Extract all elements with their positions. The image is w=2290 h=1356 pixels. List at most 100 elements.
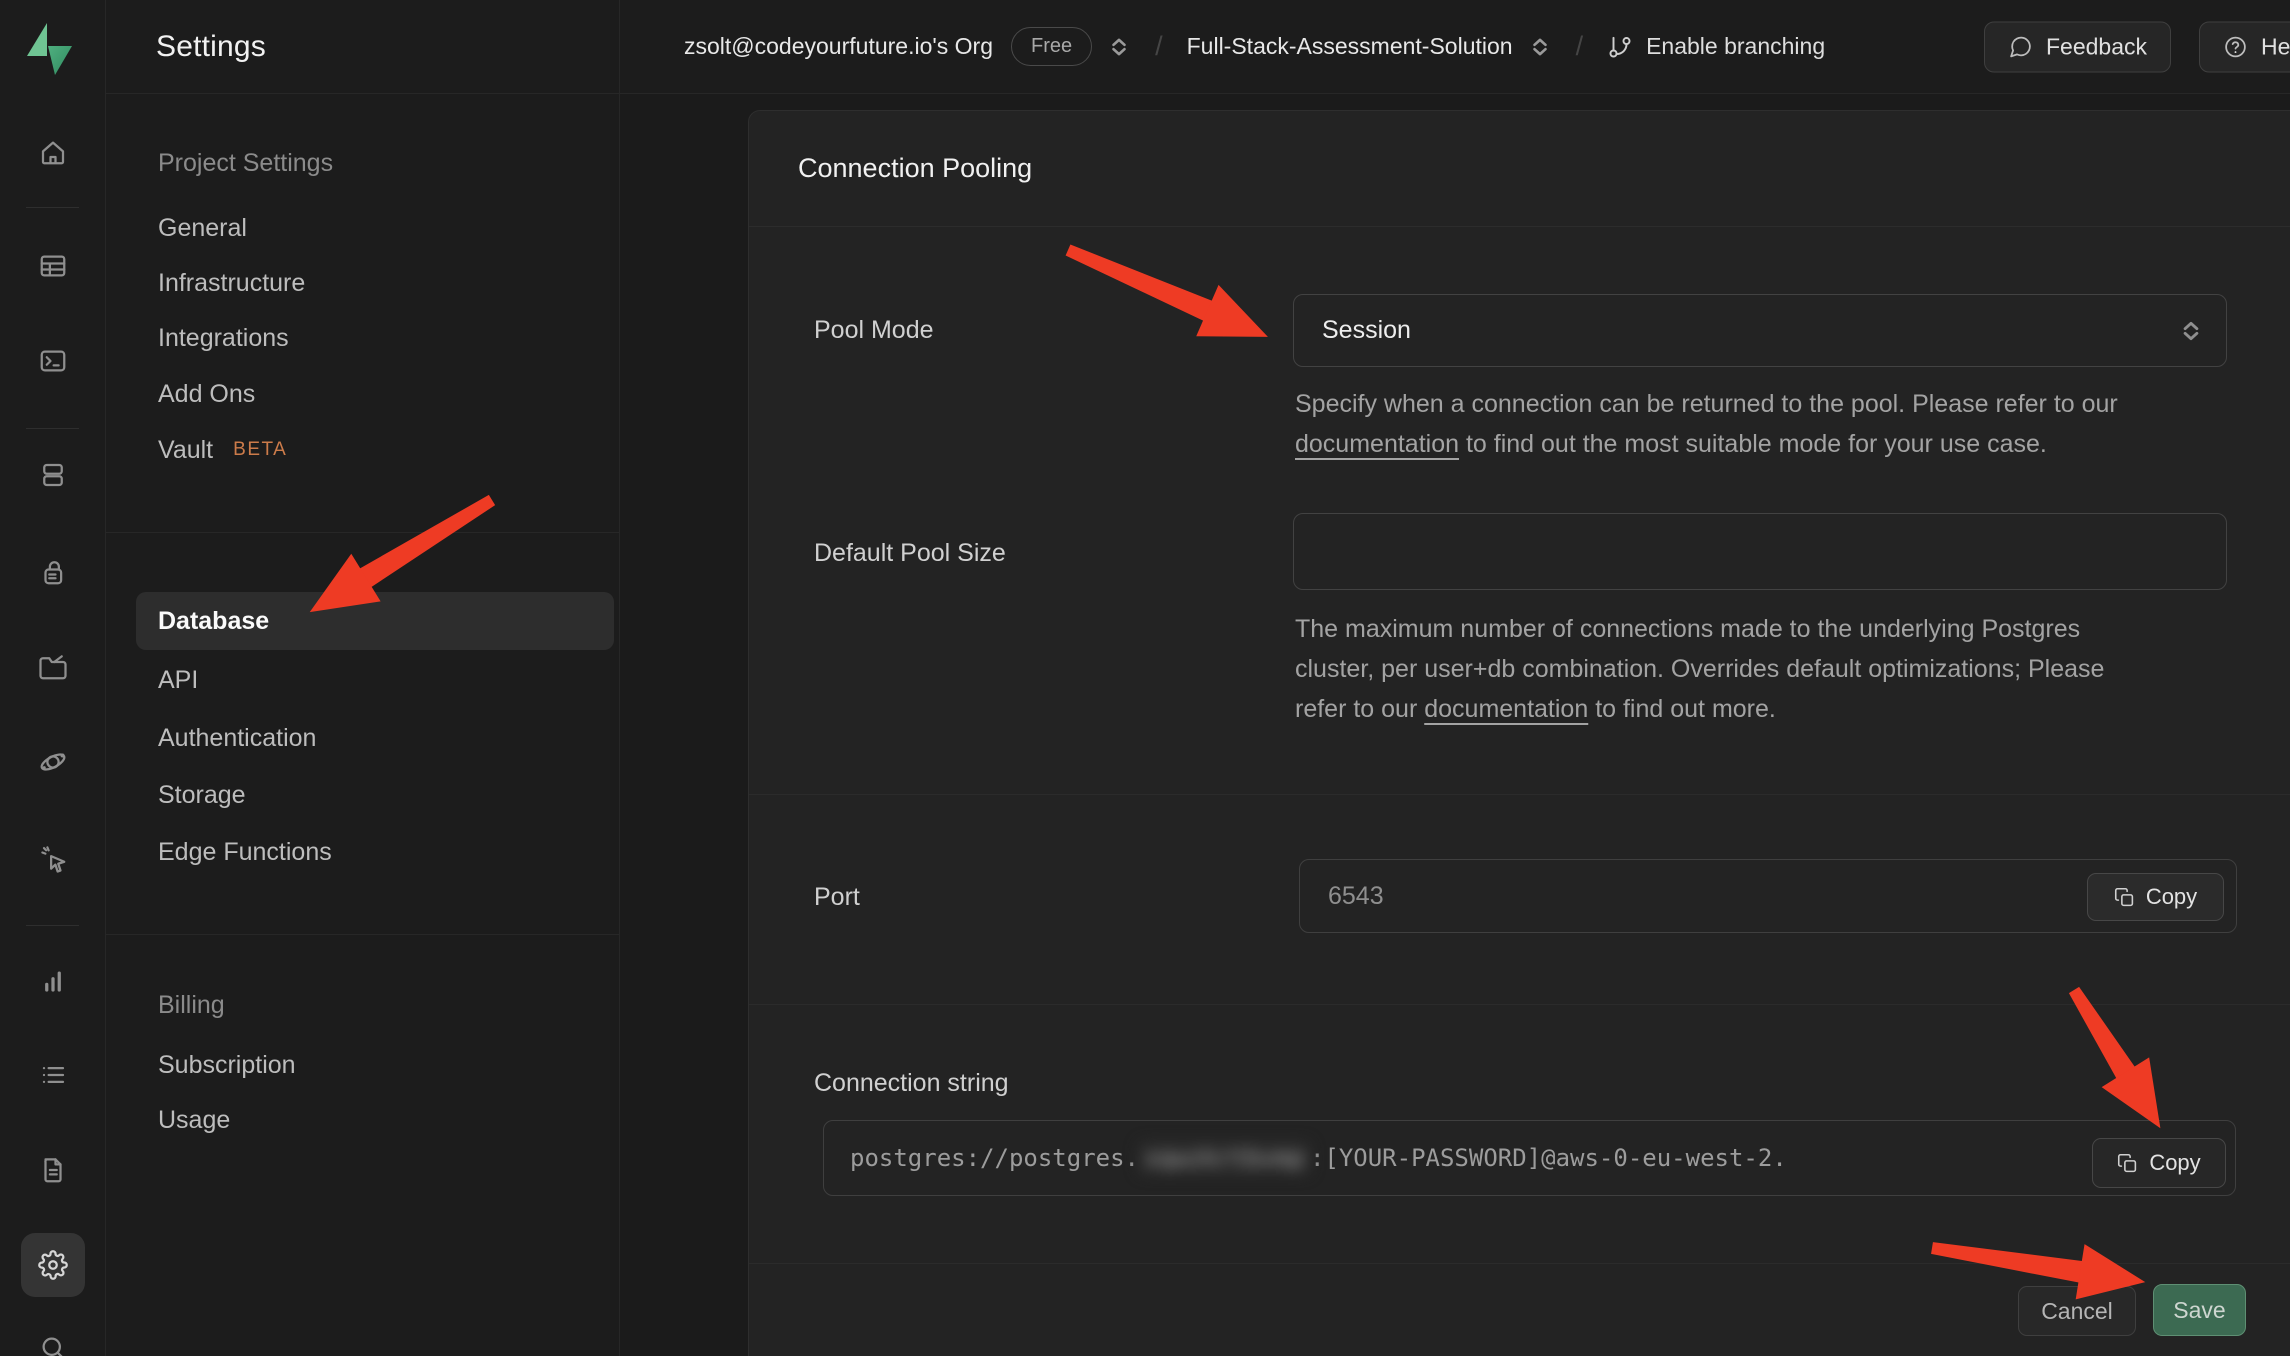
sidebar-item-infrastructure[interactable]: Infrastructure [136,255,614,311]
nav-sql-editor-button[interactable] [21,329,85,393]
org-name[interactable]: zsolt@codeyourfuture.io's Org [684,33,993,60]
help-button[interactable]: He [2199,21,2290,72]
reports-icon [38,965,68,995]
message-bubble-icon [2008,34,2033,59]
api-docs-icon [38,1155,68,1185]
plan-badge: Free [1011,27,1092,66]
divider [26,428,79,429]
copy-icon [2117,1153,2138,1174]
sidebar-item-database[interactable]: Database [136,592,614,650]
nav-reports-button[interactable] [21,948,85,1012]
copy-label: Copy [2146,884,2197,910]
nav-settings-button[interactable] [21,1233,85,1297]
org-switcher-chevron-icon[interactable] [1107,34,1131,60]
sidebar-item-vault[interactable]: Vault BETA [136,422,614,478]
sidebar-item-label: Vault [158,436,213,465]
sidebar-item-usage[interactable]: Usage [136,1092,614,1148]
panel-title: Connection Pooling [798,153,1032,184]
sidebar-item-subscription[interactable]: Subscription [136,1037,614,1093]
section-divider [749,1004,2290,1005]
documentation-link[interactable]: documentation [1295,430,1459,458]
port-field: 6543 Copy [1299,859,2237,933]
documentation-link[interactable]: documentation [1424,695,1588,723]
branch-icon [1607,34,1633,60]
connection-string-label: Connection string [814,1069,1009,1098]
port-copy-button[interactable]: Copy [2087,873,2224,921]
breadcrumb-separator: / [1155,31,1163,62]
port-label: Port [814,883,860,912]
beta-badge: BETA [233,439,287,461]
description-text: refer to our [1295,695,1424,723]
sql-editor-icon [38,346,68,376]
project-switcher-chevron-icon[interactable] [1528,34,1552,60]
supabase-logo-icon[interactable] [26,22,74,80]
project-name[interactable]: Full-Stack-Assessment-Solution [1187,33,1513,60]
panel-title-row: Connection Pooling [749,111,2290,227]
nav-table-editor-button[interactable] [21,234,85,298]
chevrons-up-down-icon [2178,317,2204,345]
copy-icon [2114,887,2135,908]
edge-functions-icon [38,747,68,777]
sidebar-item-authentication[interactable]: Authentication [136,710,614,766]
settings-icon [38,1250,68,1280]
search-icon [38,1333,68,1356]
pool-mode-select[interactable]: Session [1293,294,2227,367]
connection-string-copy-button[interactable]: Copy [2092,1138,2226,1188]
connection-string-value: postgres://postgres.xqwzkrtbvmp:[YOUR-PA… [824,1142,1787,1174]
nav-search-button[interactable] [21,1316,85,1356]
divider [26,925,79,926]
table-editor-icon [38,251,68,281]
default-pool-size-label: Default Pool Size [814,539,1006,568]
port-value: 6543 [1300,882,1384,911]
description-text: cluster, per user+db combination. Overri… [1295,655,2104,683]
storage-icon [38,652,68,682]
feedback-label: Feedback [2046,33,2147,60]
top-bar: zsolt@codeyourfuture.io's Org Free / Ful… [620,0,2290,94]
nav-auth-button[interactable] [21,540,85,604]
sidebar-item-add-ons[interactable]: Add Ons [136,366,614,422]
divider [106,934,619,935]
nav-api-docs-button[interactable] [21,1138,85,1202]
description-text: to find out more. [1588,695,1776,723]
pool-mode-label: Pool Mode [814,316,934,345]
home-icon [38,137,68,167]
sidebar-item-integrations[interactable]: Integrations [136,310,614,366]
database-icon [38,460,68,490]
description-text: to find out the most suitable mode for y… [1459,430,2047,458]
description-text: The maximum number of connections made t… [1295,615,2080,643]
settings-sidebar-header: Settings [106,0,619,94]
sidebar-item-storage[interactable]: Storage [136,767,614,823]
section-header-project-settings: Project Settings [136,135,614,191]
icon-sidebar [0,0,106,1356]
cancel-button[interactable]: Cancel [2018,1286,2136,1336]
nav-realtime-button[interactable] [21,826,85,890]
sidebar-item-edge-functions[interactable]: Edge Functions [136,824,614,880]
connection-string-suffix: :[YOUR-PASSWORD]@aws-0-eu-west-2. [1310,1144,1787,1172]
pool-mode-value: Session [1322,316,1411,345]
logs-icon [38,1060,68,1090]
breadcrumb-separator: / [1576,31,1584,62]
nav-storage-button[interactable] [21,635,85,699]
divider [106,532,619,533]
auth-icon [38,557,68,587]
nav-edge-functions-button[interactable] [21,730,85,794]
section-header-billing: Billing [136,977,614,1033]
settings-sidebar: Settings Project Settings General Infras… [106,0,620,1356]
connection-string-field: postgres://postgres.xqwzkrtbvmp:[YOUR-PA… [823,1120,2236,1196]
save-button[interactable]: Save [2153,1284,2246,1336]
pool-mode-description: Specify when a connection can be returne… [1295,384,2118,464]
settings-title: Settings [156,30,266,64]
default-pool-size-input[interactable] [1293,513,2227,590]
help-label: He [2261,33,2290,60]
sidebar-item-api[interactable]: API [136,652,614,708]
nav-logs-button[interactable] [21,1043,85,1107]
sidebar-item-general[interactable]: General [136,200,614,256]
default-pool-size-description: The maximum number of connections made t… [1295,609,2104,729]
copy-label: Copy [2149,1150,2200,1176]
nav-database-button[interactable] [21,443,85,507]
feedback-button[interactable]: Feedback [1984,21,2171,72]
nav-home-button[interactable] [21,120,85,184]
realtime-icon [38,843,68,873]
enable-branching-label: Enable branching [1646,33,1825,60]
enable-branching-button[interactable]: Enable branching [1607,33,1825,60]
